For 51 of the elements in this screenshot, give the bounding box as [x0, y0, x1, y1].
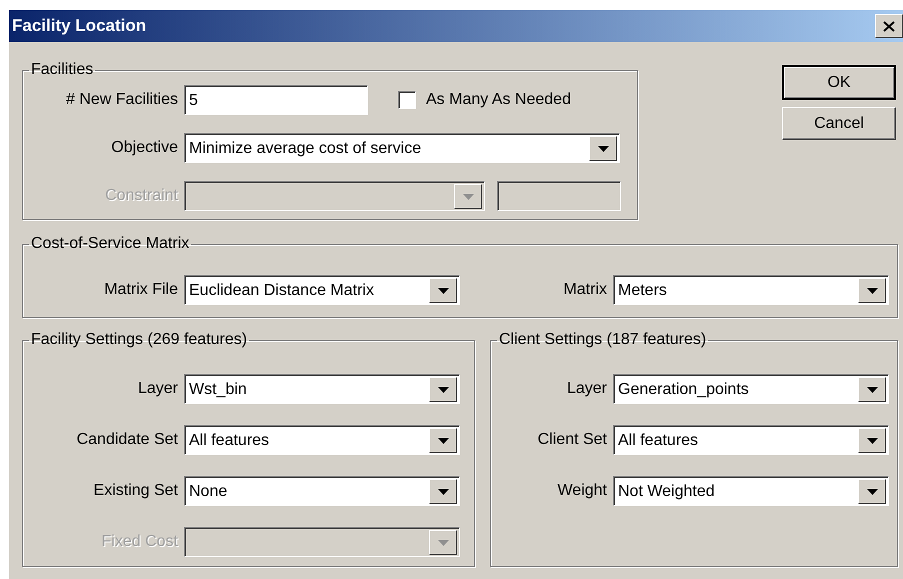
- window-title: Facility Location: [11, 16, 146, 36]
- caret-icon: [438, 438, 448, 444]
- dropdown[interactable]: All features: [613, 425, 889, 455]
- field-label: Matrix File: [104, 280, 178, 300]
- dropdown-arrow-button[interactable]: [429, 278, 457, 303]
- dropdown-arrow-button[interactable]: [429, 377, 457, 402]
- caret-icon: [866, 488, 878, 494]
- text-field[interactable]: 5: [184, 85, 368, 115]
- field-label: Matrix: [563, 280, 607, 300]
- checkbox-label: As Many As Needed: [426, 91, 571, 109]
- dropdown[interactable]: None: [184, 476, 460, 506]
- caret-icon: [438, 488, 448, 494]
- field-label: Candidate Set: [76, 430, 178, 450]
- dropdown-arrow-button[interactable]: [429, 428, 457, 453]
- dropdown-arrow-button[interactable]: [589, 136, 617, 161]
- group-title: Facility Settings (269 features): [30, 331, 248, 349]
- dialog-button[interactable]: Cancel: [782, 107, 896, 140]
- dropdown-arrow-button[interactable]: [858, 278, 886, 303]
- dropdown[interactable]: All features: [184, 425, 460, 455]
- caret-icon: [866, 386, 878, 392]
- dropdown[interactable]: Minimize average cost of service: [184, 133, 620, 163]
- caret-icon: [866, 438, 878, 444]
- dropdown[interactable]: Euclidean Distance Matrix: [184, 275, 460, 305]
- group-title: Client Settings (187 features): [498, 331, 708, 349]
- close-button[interactable]: [875, 14, 903, 38]
- dropdown[interactable]: Wst_bin: [184, 374, 460, 404]
- group-title: Facilities: [30, 61, 94, 79]
- dropdown-arrow-button[interactable]: [429, 479, 457, 504]
- dropdown-arrow-button[interactable]: [858, 377, 886, 402]
- caret-icon: [462, 194, 474, 200]
- field-label: Weight: [557, 481, 607, 501]
- field-label: Objective: [111, 138, 178, 158]
- dropdown[interactable]: Generation_points: [613, 374, 889, 404]
- dropdown-arrow-button[interactable]: [858, 479, 886, 504]
- caret-icon: [866, 288, 878, 294]
- field-label: Layer: [566, 379, 607, 399]
- dropdown[interactable]: Not Weighted: [613, 476, 889, 506]
- field-label: Layer: [138, 379, 178, 399]
- caret-icon: [438, 288, 448, 294]
- caret-icon: [438, 386, 448, 392]
- checkbox[interactable]: [398, 91, 416, 109]
- caret-icon: [598, 146, 608, 152]
- field-label: Client Set: [538, 430, 607, 450]
- field-label: # New Facilities: [66, 90, 178, 110]
- dialog-button[interactable]: OK: [782, 65, 896, 100]
- dropdown[interactable]: Meters: [613, 275, 889, 305]
- caret-icon: [438, 540, 448, 546]
- dropdown-arrow-button[interactable]: [858, 428, 886, 453]
- field-label: Existing Set: [94, 481, 178, 501]
- close-icon: [883, 20, 895, 32]
- group-title: Cost-of-Service Matrix: [30, 235, 190, 253]
